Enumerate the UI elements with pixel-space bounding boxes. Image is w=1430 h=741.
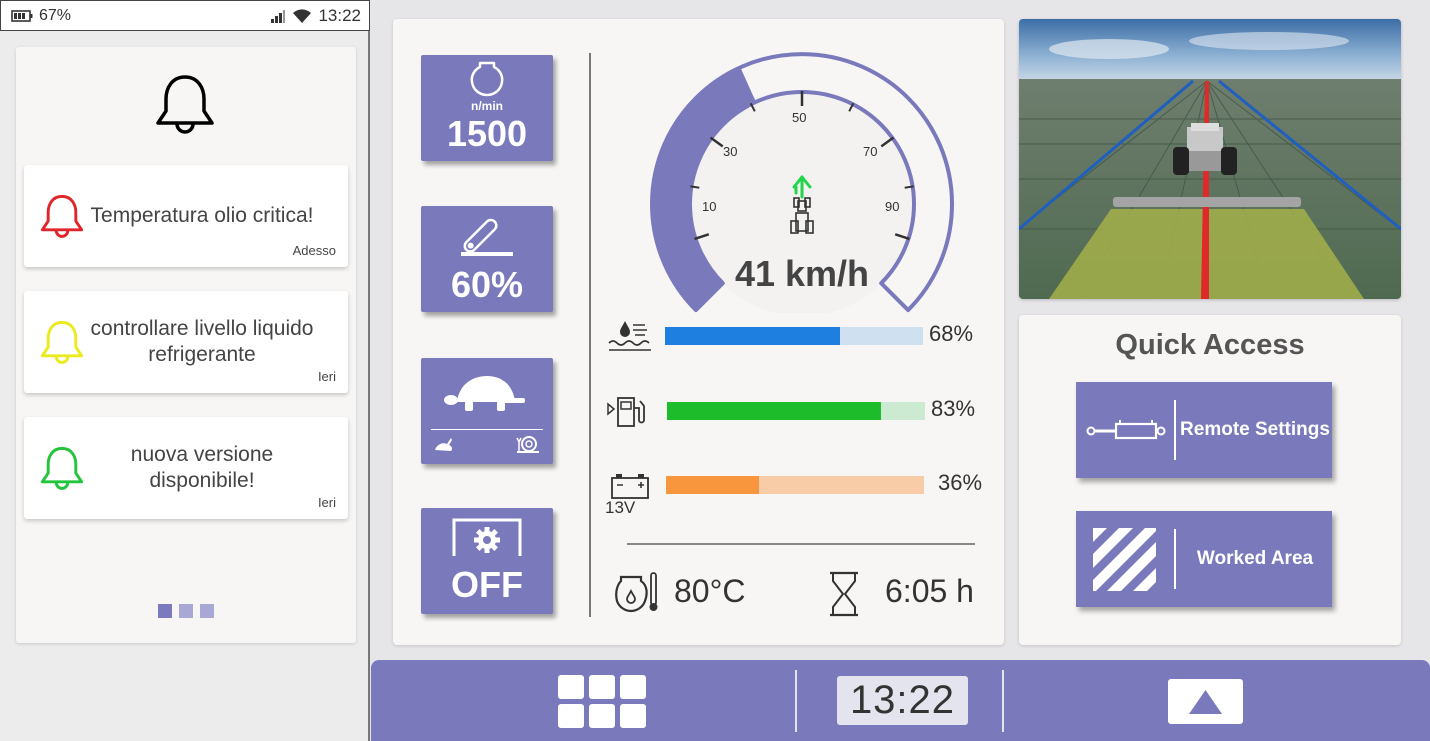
notification-sidebar: 67% 13:22 Temperatura olio critica! Ades…: [0, 0, 370, 741]
speedometer: 10 30 50 70 90 41 km/h: [650, 52, 954, 313]
battery-gauge: 13V 36%: [605, 466, 987, 522]
notification-time: Ieri: [317, 369, 336, 384]
rpm-tile[interactable]: n/min 1500: [421, 55, 553, 161]
page-dot[interactable]: [179, 604, 193, 618]
rear-camera-view[interactable]: [1019, 19, 1401, 299]
coolant-gauge: 68%: [607, 319, 987, 351]
tick-label-90: 90: [885, 199, 899, 214]
wifi-icon: [293, 8, 312, 23]
pto-value: OFF: [451, 564, 523, 605]
notification-time: Ieri: [317, 495, 336, 510]
quick-access-panel: Quick Access Remote Settings Worked Area: [1019, 315, 1401, 645]
fuel-fill: [667, 402, 882, 420]
notification-text: Temperatura olio critica!: [90, 204, 314, 227]
bell-icon: [40, 446, 84, 490]
notifications-panel: Temperatura olio critica! Adesso control…: [16, 47, 356, 643]
gear-icon: [452, 518, 522, 556]
bar-separator: [795, 670, 797, 732]
oil-temperature: 80°C: [674, 573, 746, 609]
notification-text: nuova versione disponibile!: [130, 443, 274, 492]
bell-icon: [156, 75, 214, 134]
page-indicator[interactable]: [158, 604, 214, 618]
battery-icon: [11, 9, 33, 22]
fuel-gauge: 83%: [607, 394, 987, 427]
speedometer-tick: [904, 185, 914, 189]
notification-text: controllare livello liquido refrigerante: [90, 317, 314, 366]
button-separator: [1174, 529, 1176, 589]
remote-settings-button[interactable]: Remote Settings: [1076, 382, 1332, 478]
tick-label-30: 30: [723, 144, 737, 159]
coolant-track: [665, 327, 923, 345]
engine-icon: [470, 61, 504, 97]
tick-label-10: 10: [702, 199, 716, 214]
worked-area-label: Worked Area: [1196, 548, 1314, 569]
throttle-tile[interactable]: 60%: [421, 206, 553, 312]
horizontal-divider: [627, 543, 975, 545]
battery-voltage: 13V: [605, 498, 636, 517]
dashboard-card: n/min 1500 60% OFF 10 30 50 70 90 41 km/…: [393, 19, 1004, 645]
battery-percent: 36%: [938, 470, 983, 495]
car-battery-icon: [611, 474, 649, 499]
oil-temperature-icon: [615, 572, 658, 613]
rpm-value: 1500: [446, 113, 528, 154]
notification-item[interactable]: Temperatura olio critica! Adesso: [24, 165, 348, 267]
bell-icon: [40, 194, 84, 238]
battery-fill: [666, 476, 759, 494]
engine-hours: 6:05 h: [885, 573, 974, 609]
fuel-icon: [607, 397, 645, 427]
battery-track: [666, 476, 924, 494]
clock-display: 13:22: [837, 676, 968, 725]
coolant-fill: [665, 327, 841, 345]
notification-time: Adesso: [292, 243, 336, 258]
quick-access-title: Quick Access: [1115, 329, 1305, 361]
triangle-up-icon: [1189, 690, 1222, 714]
status-bar: 67% 13:22: [0, 0, 370, 31]
fuel-track: [667, 402, 925, 420]
button-separator: [1174, 400, 1176, 460]
speed-readout: 41 km/h: [735, 253, 869, 294]
throttle-lever-icon: [461, 218, 513, 256]
stripes-icon: [1093, 528, 1156, 591]
bell-icon: [40, 320, 84, 364]
pto-tile[interactable]: OFF: [421, 508, 553, 614]
speedometer-tick: [690, 185, 700, 189]
snail-icon: [516, 436, 539, 453]
coolant-percent: 68%: [929, 321, 974, 346]
bottom-navigation-bar: 13:22: [371, 660, 1430, 741]
page-dot-active[interactable]: [158, 604, 172, 618]
vertical-divider: [589, 53, 591, 617]
signal-icon: [271, 9, 286, 23]
throttle-value: 60%: [450, 264, 524, 305]
camera-image: [1019, 19, 1401, 299]
turtle-icon: [444, 376, 525, 411]
remote-settings-label: Remote Settings: [1180, 419, 1330, 440]
hydraulic-cylinder-icon: [1086, 420, 1166, 440]
mode-divider: [431, 429, 543, 430]
worked-area-button[interactable]: Worked Area: [1076, 511, 1332, 607]
rpm-unit: n/min: [471, 99, 503, 113]
speed-mode-tile[interactable]: [421, 358, 553, 464]
fuel-percent: 83%: [931, 396, 976, 421]
status-time: 13:22: [318, 5, 361, 25]
battery-percent: 67%: [39, 6, 72, 24]
notification-item[interactable]: controllare livello liquido refrigerante…: [24, 291, 348, 393]
tick-label-70: 70: [863, 144, 877, 159]
grid-icon[interactable]: [558, 675, 646, 729]
notification-item[interactable]: nuova versione disponibile! Ieri: [24, 417, 348, 519]
tick-label-50: 50: [792, 110, 806, 125]
expand-up-button[interactable]: [1168, 679, 1243, 724]
rabbit-icon: [435, 438, 453, 451]
page-dot[interactable]: [200, 604, 214, 618]
hourglass-icon: [830, 571, 858, 617]
bar-separator: [1002, 670, 1004, 732]
coolant-icon: [608, 321, 651, 351]
